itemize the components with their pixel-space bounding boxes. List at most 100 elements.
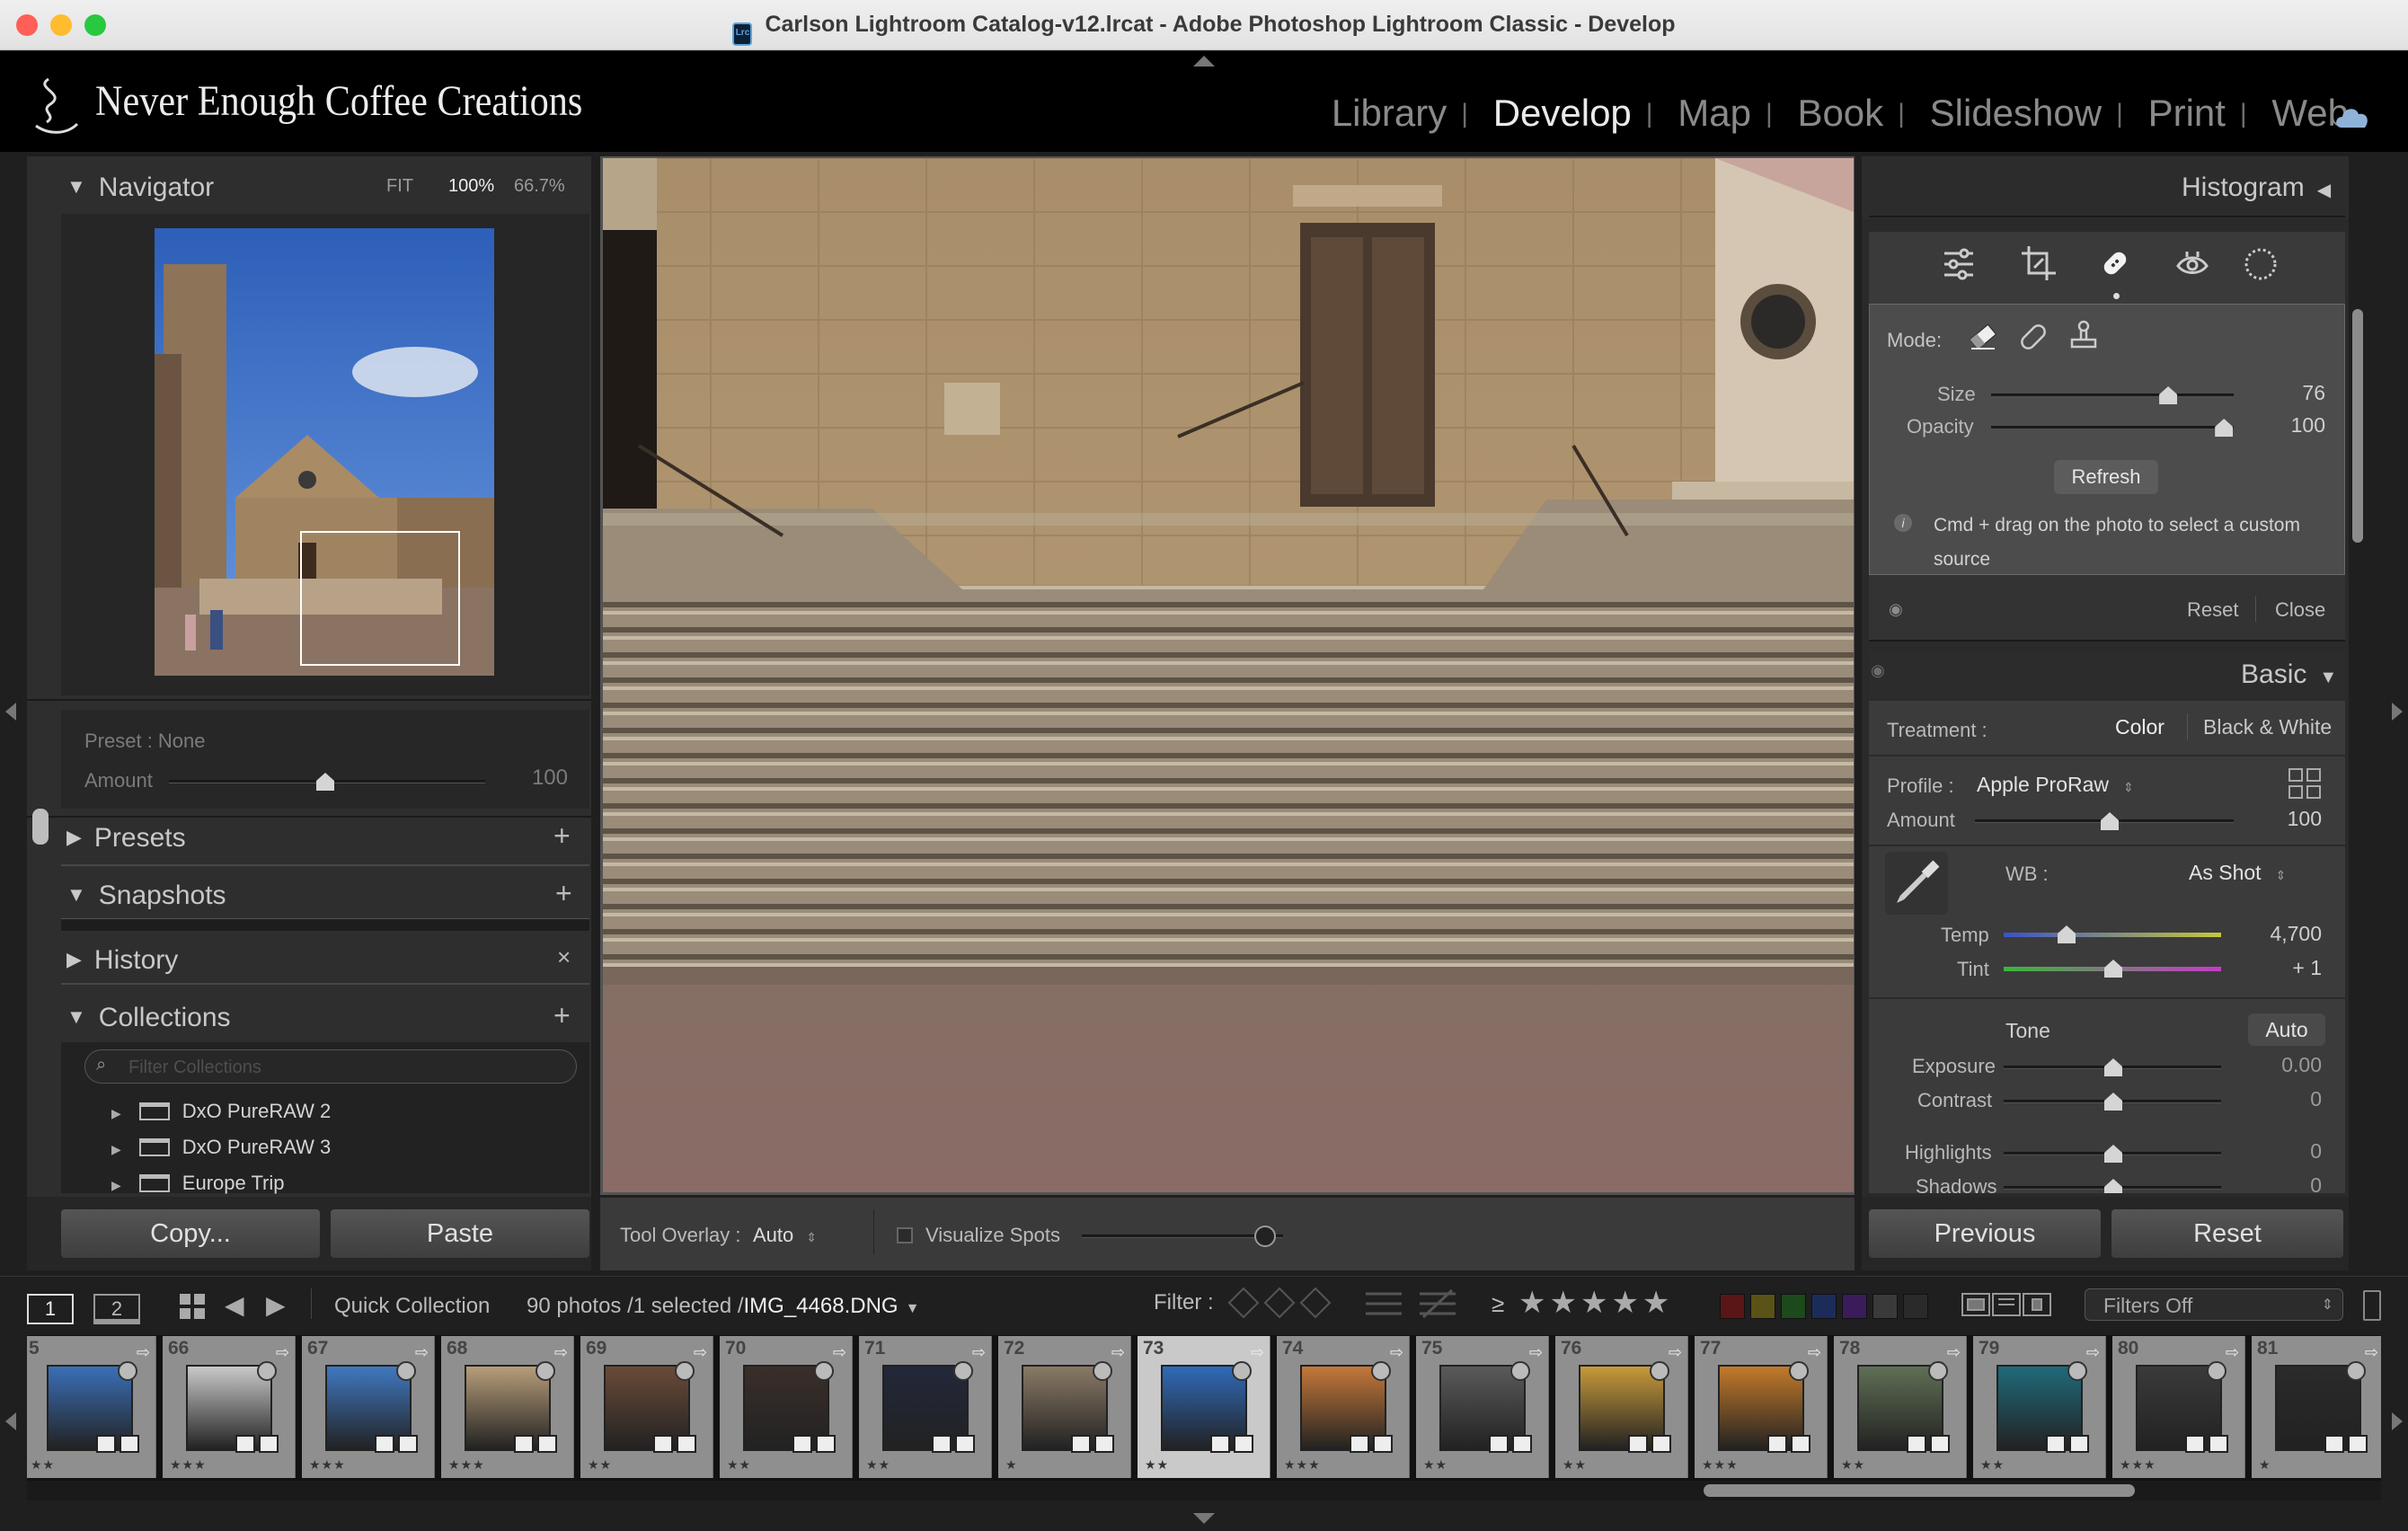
visualize-spots-slider[interactable] (1082, 1235, 1283, 1238)
crop-icon[interactable] (2020, 244, 2056, 282)
quick-collection-marker-icon[interactable] (2346, 1361, 2366, 1381)
module-slideshow[interactable]: Slideshow (1930, 92, 2102, 135)
filmstrip-filename[interactable]: IMG_4468.DNG (744, 1294, 899, 1318)
kind-filter-icons[interactable] (1961, 1290, 2052, 1319)
copy-button[interactable]: Copy... (61, 1209, 320, 1258)
filmstrip-thumbnail[interactable]: 70 ⇨ ★★ (720, 1336, 853, 1478)
quick-collection-marker-icon[interactable] (1928, 1361, 1948, 1381)
heal-mode-icon[interactable] (2018, 322, 2049, 352)
purple-label-filter[interactable] (1842, 1294, 1867, 1319)
quick-collection-marker-icon[interactable] (2207, 1361, 2227, 1381)
filmstrip-scrollbar[interactable] (1704, 1484, 2135, 1497)
quick-collection-marker-icon[interactable] (257, 1361, 277, 1381)
forward-arrow-icon[interactable]: ▶ (266, 1290, 286, 1320)
filmstrip-scroll-right-icon[interactable] (2392, 1412, 2403, 1430)
filter-lock-icon[interactable] (2363, 1290, 2381, 1321)
navigator-header[interactable]: ▼ Navigator (66, 173, 214, 203)
edit-sliders-icon[interactable] (1941, 246, 1977, 282)
temp-slider[interactable] (2004, 933, 2221, 937)
quick-collection-marker-icon[interactable] (536, 1361, 555, 1381)
filters-off-select[interactable]: Filters Off ⇕ (2085, 1288, 2343, 1321)
quick-collection-marker-icon[interactable] (1650, 1361, 1669, 1381)
rotate-arrow-icon[interactable]: ⇨ (554, 1343, 568, 1362)
add-snapshot-icon[interactable]: + (555, 877, 572, 910)
visualize-spots-knob[interactable] (1254, 1226, 1276, 1247)
previous-button[interactable]: Previous (1869, 1209, 2101, 1258)
filmstrip-thumbnail[interactable]: 73 ⇨ ★★ (1138, 1336, 1270, 1478)
filmstrip-thumbnail[interactable]: 75 ⇨ ★★ (1416, 1336, 1549, 1478)
eraser-icon[interactable] (1968, 322, 1998, 352)
contrast-value[interactable]: 0 (2246, 1087, 2322, 1111)
collapse-left-panel-icon[interactable] (5, 703, 16, 721)
collapse-top-panel-icon[interactable] (1193, 56, 1215, 66)
quick-collection-marker-icon[interactable] (118, 1361, 137, 1381)
module-map[interactable]: Map (1678, 92, 1751, 135)
quick-collection-marker-icon[interactable] (1232, 1361, 1252, 1381)
rotate-arrow-icon[interactable]: ⇨ (833, 1343, 846, 1362)
tint-value[interactable]: + 1 (2246, 956, 2322, 980)
rotate-arrow-icon[interactable]: ⇨ (2365, 1343, 2378, 1362)
quick-collection-marker-icon[interactable] (675, 1361, 695, 1381)
treatment-bw-option[interactable]: Black & White (2203, 715, 2332, 739)
module-develop[interactable]: Develop (1493, 92, 1632, 135)
heal-size-slider[interactable] (1991, 394, 2234, 397)
quick-collection-marker-icon[interactable] (814, 1361, 834, 1381)
quick-collection-marker-icon[interactable] (1093, 1361, 1112, 1381)
rotate-arrow-icon[interactable]: ⇨ (1390, 1343, 1403, 1362)
basic-visibility-icon[interactable]: ◉ (1871, 661, 1885, 680)
history-header[interactable]: ▶ History (66, 945, 178, 976)
filter-collections-input[interactable]: ⌕ Filter Collections (84, 1049, 577, 1084)
eye-toggle-icon[interactable]: ◉ (1889, 600, 1903, 619)
rotate-arrow-icon[interactable]: ⇨ (2086, 1343, 2100, 1362)
filmstrip-thumbnail[interactable]: 67 ⇨ ★★★ (302, 1336, 435, 1478)
profile-select[interactable]: Apple ProRaw ⇕ (1977, 773, 2134, 797)
rotate-arrow-icon[interactable]: ⇨ (1808, 1343, 1821, 1362)
collapse-right-panel-icon[interactable] (2392, 703, 2403, 721)
secondary-window-button[interactable]: 2 (93, 1294, 140, 1324)
quick-collection-marker-icon[interactable] (1371, 1361, 1391, 1381)
filmstrip-thumbnail[interactable]: 77 ⇨ ★★★ (1695, 1336, 1828, 1478)
profile-amount-value[interactable]: 100 (2259, 807, 2322, 831)
right-panel-scrollbar[interactable] (2352, 309, 2363, 543)
collection-item[interactable]: ▶ DxO PureRAW 3 (111, 1136, 331, 1159)
masking-icon[interactable] (2243, 246, 2279, 282)
highlights-value[interactable]: 0 (2246, 1139, 2322, 1164)
clone-stamp-icon[interactable] (2068, 320, 2099, 352)
collection-item[interactable]: ▶ DxO PureRAW 2 (111, 1100, 331, 1123)
rotate-arrow-icon[interactable]: ⇨ (972, 1343, 986, 1362)
custom-label-filter[interactable] (1872, 1294, 1898, 1319)
quick-collection-marker-icon[interactable] (396, 1361, 416, 1381)
treatment-color-option[interactable]: Color (2115, 715, 2165, 739)
filmstrip-thumbnail[interactable]: 71 ⇨ ★★ (859, 1336, 992, 1478)
filmstrip-thumbnail[interactable]: 72 ⇨ ★ (998, 1336, 1131, 1478)
rotate-arrow-icon[interactable]: ⇨ (1947, 1343, 1961, 1362)
presets-header[interactable]: ▶ Presets (66, 823, 186, 854)
heal-opacity-value[interactable]: 100 (2268, 413, 2325, 438)
filmstrip-scroll-left-icon[interactable] (5, 1412, 16, 1430)
main-window-button[interactable]: 1 (27, 1294, 74, 1324)
heal-size-value[interactable]: 76 (2268, 381, 2325, 405)
quick-collection-marker-icon[interactable] (953, 1361, 973, 1381)
filmstrip-thumbnail[interactable]: 66 ⇨ ★★★ (163, 1336, 296, 1478)
temp-value[interactable]: 4,700 (2246, 922, 2322, 946)
basic-header[interactable]: Basic ▼ (2241, 659, 2337, 690)
rotate-arrow-icon[interactable]: ⇨ (694, 1343, 707, 1362)
collection-item[interactable]: ▶ Europe Trip (111, 1172, 285, 1195)
profile-browser-icon[interactable] (2288, 767, 2322, 800)
filmstrip-thumbnail[interactable]: 79 ⇨ ★★ (1973, 1336, 2106, 1478)
green-label-filter[interactable] (1781, 1294, 1806, 1319)
main-photo[interactable] (603, 158, 1854, 1192)
add-collection-icon[interactable]: + (553, 999, 571, 1032)
edited-filter-icon[interactable] (1366, 1288, 1402, 1319)
zoom-66[interactable]: 66.7% (514, 176, 565, 197)
shadows-value[interactable]: 0 (2246, 1173, 2322, 1193)
rotate-arrow-icon[interactable]: ⇨ (276, 1343, 289, 1362)
tone-auto-button[interactable]: Auto (2248, 1013, 2325, 1046)
zoom-fit[interactable]: FIT (386, 176, 413, 197)
filmstrip-thumbnail[interactable]: 80 ⇨ ★★★ (2112, 1336, 2245, 1478)
collections-header[interactable]: ▼ Collections (66, 1003, 231, 1033)
cloud-sync-icon[interactable] (2333, 101, 2372, 133)
rotate-arrow-icon[interactable]: ⇨ (1251, 1343, 1264, 1362)
add-preset-icon[interactable]: + (553, 819, 571, 853)
rotate-arrow-icon[interactable]: ⇨ (1529, 1343, 1543, 1362)
